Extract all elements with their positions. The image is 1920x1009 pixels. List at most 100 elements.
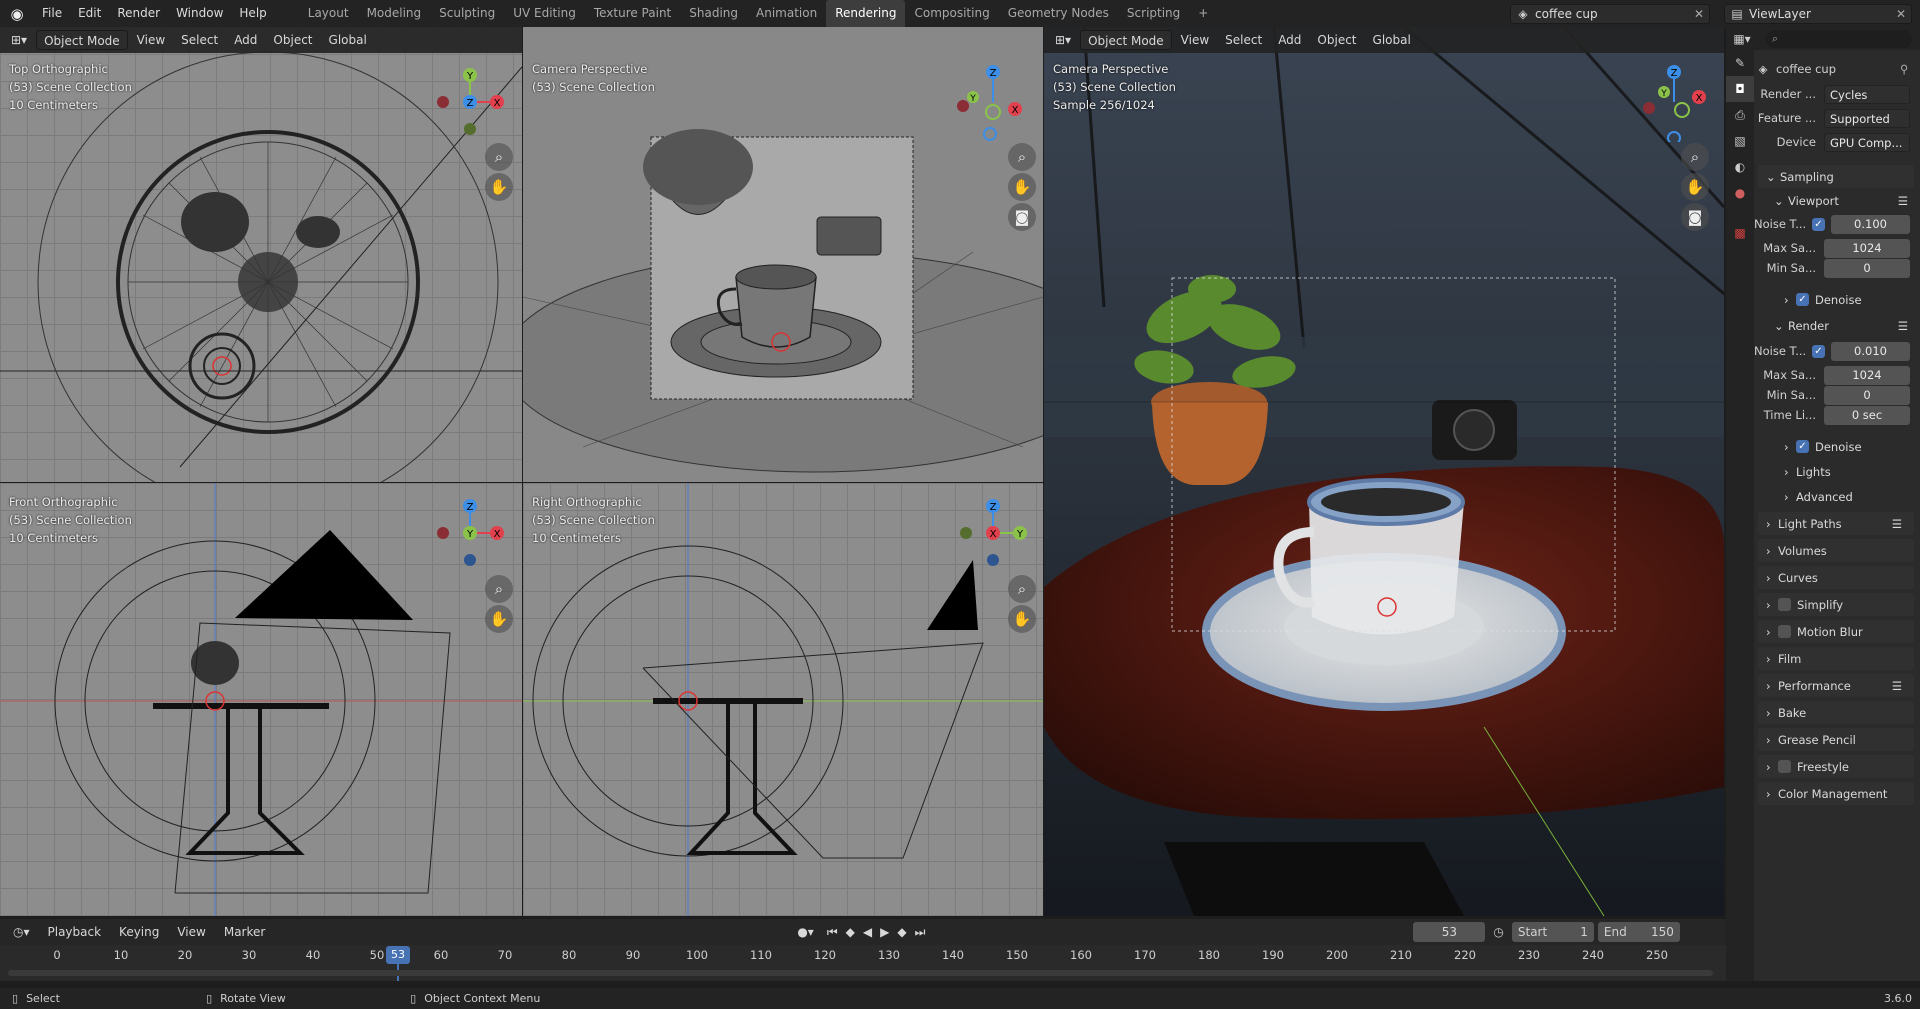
play-icon[interactable]: ▶	[878, 922, 891, 942]
panel-motion-blur[interactable]: › Motion Blur	[1758, 620, 1914, 643]
pin-icon[interactable]: ⚲	[1900, 62, 1920, 76]
panel-sampling[interactable]: ⌄ Sampling	[1758, 165, 1914, 188]
scene-tab-icon[interactable]: ◐	[1726, 154, 1754, 180]
render-engine-dropdown[interactable]: Cycles	[1824, 84, 1910, 104]
menu-select[interactable]: Select	[1218, 30, 1269, 50]
record-icon[interactable]: ●▾	[790, 922, 821, 942]
marker-menu[interactable]: Marker	[217, 922, 272, 942]
viewport-top-ortho[interactable]: ⊞▾ Object Mode View Select Add Object Gl…	[0, 27, 522, 482]
subpanel-viewport[interactable]: ⌄ Viewport ☰	[1774, 190, 1908, 211]
camera-view-icon[interactable]: ◙	[1681, 203, 1709, 231]
world-tab-icon[interactable]: ●	[1726, 180, 1754, 206]
motion-blur-checkbox[interactable]	[1778, 625, 1791, 638]
menu-add[interactable]: Add	[227, 30, 264, 50]
editor-type-icon[interactable]: ▦▾	[1726, 32, 1758, 46]
tab-sculpting[interactable]: Sculpting	[430, 0, 504, 27]
freestyle-checkbox[interactable]	[1778, 760, 1791, 773]
viewport-right-ortho[interactable]: Right Orthographic (53) Scene Collection…	[523, 483, 1043, 916]
menu-object[interactable]: Object	[266, 30, 319, 50]
keying-menu[interactable]: Keying	[112, 922, 166, 942]
view-layer-selector[interactable]: ▤ ViewLayer ✕	[1724, 3, 1912, 24]
render-tab-icon[interactable]: ◘	[1726, 76, 1754, 102]
viewport-front-ortho[interactable]: Front Orthographic (53) Scene Collection…	[0, 483, 522, 916]
tab-rendering[interactable]: Rendering	[826, 0, 906, 27]
navigation-gizmo[interactable]: Z Y X	[953, 493, 1033, 573]
camera-view-icon[interactable]: ◙	[1008, 203, 1036, 231]
jump-keyframe-forward-icon[interactable]: ◆	[895, 922, 908, 942]
jump-end-icon[interactable]: ⏭	[913, 922, 928, 942]
add-workspace-icon[interactable]: +	[1189, 0, 1217, 27]
tab-modeling[interactable]: Modeling	[358, 0, 431, 27]
panel-performance[interactable]: › Performance ☰	[1758, 674, 1914, 697]
panel-film[interactable]: › Film	[1758, 647, 1914, 670]
navigation-gizmo[interactable]: Z X Y	[430, 493, 510, 573]
texture-tab-icon[interactable]: ▩	[1726, 220, 1754, 246]
render-max-samples-field[interactable]: 1024	[1824, 365, 1910, 385]
tab-layout[interactable]: Layout	[299, 0, 358, 27]
navigation-gizmo[interactable]: Z Y X	[1634, 62, 1714, 142]
zoom-icon[interactable]: ⌕	[1008, 575, 1036, 603]
clock-icon[interactable]: ◷	[1493, 925, 1503, 939]
menu-view[interactable]: View	[130, 30, 172, 50]
tab-shading[interactable]: Shading	[680, 0, 747, 27]
close-icon[interactable]: ✕	[1891, 7, 1911, 21]
pan-hand-icon[interactable]: ✋	[485, 605, 513, 633]
denoise-checkbox[interactable]: ✓	[1796, 293, 1809, 306]
panel-simplify[interactable]: › Simplify	[1758, 593, 1914, 616]
panel-light-paths[interactable]: › Light Paths ☰	[1758, 512, 1914, 535]
menu-window[interactable]: Window	[168, 0, 231, 27]
jump-start-icon[interactable]: ⏮	[825, 922, 840, 942]
time-limit-field[interactable]: 0 sec	[1824, 405, 1910, 425]
tab-uv-editing[interactable]: UV Editing	[504, 0, 585, 27]
mode-dropdown[interactable]: Object Mode	[1080, 30, 1172, 50]
viewport-noise-field[interactable]: 0.100	[1831, 214, 1910, 234]
panel-curves[interactable]: › Curves	[1758, 566, 1914, 589]
view-menu[interactable]: View	[170, 922, 212, 942]
render-min-samples-field[interactable]: 0	[1824, 385, 1910, 405]
panel-volumes[interactable]: › Volumes	[1758, 539, 1914, 562]
pan-hand-icon[interactable]: ✋	[1008, 173, 1036, 201]
orientation-dropdown[interactable]: Global	[322, 30, 374, 50]
subpanel-render-denoise[interactable]: › ✓ Denoise	[1784, 436, 1908, 457]
menu-add[interactable]: Add	[1271, 30, 1308, 50]
feature-set-dropdown[interactable]: Supported	[1824, 108, 1910, 128]
noise-threshold-checkbox[interactable]: ✓	[1812, 217, 1825, 231]
output-tab-icon[interactable]: ⎙	[1726, 102, 1754, 128]
timeline-scrollbar[interactable]	[8, 970, 1713, 976]
simplify-checkbox[interactable]	[1778, 598, 1791, 611]
viewport-min-samples-field[interactable]: 0	[1824, 258, 1910, 278]
tab-scripting[interactable]: Scripting	[1118, 0, 1189, 27]
panel-bake[interactable]: › Bake	[1758, 701, 1914, 724]
orientation-dropdown[interactable]: Global	[1366, 30, 1418, 50]
mode-dropdown[interactable]: Object Mode	[36, 30, 128, 50]
zoom-icon[interactable]: ⌕	[1681, 143, 1709, 171]
search-input[interactable]: ⌕	[1766, 29, 1912, 48]
subpanel-lights[interactable]: › Lights	[1784, 461, 1908, 482]
denoise-checkbox[interactable]: ✓	[1796, 440, 1809, 453]
tab-compositing[interactable]: Compositing	[905, 0, 998, 27]
pan-hand-icon[interactable]: ✋	[485, 173, 513, 201]
zoom-icon[interactable]: ⌕	[485, 575, 513, 603]
navigation-gizmo[interactable]: Y X Z	[430, 62, 510, 142]
subpanel-advanced[interactable]: › Advanced	[1784, 486, 1908, 507]
menu-help[interactable]: Help	[231, 0, 274, 27]
menu-file[interactable]: File	[34, 0, 70, 27]
tab-texture-paint[interactable]: Texture Paint	[585, 0, 680, 27]
panel-freestyle[interactable]: › Freestyle	[1758, 755, 1914, 778]
device-dropdown[interactable]: GPU Comp...	[1824, 132, 1910, 152]
tab-animation[interactable]: Animation	[747, 0, 826, 27]
playhead[interactable]: 53	[386, 946, 410, 964]
subpanel-render[interactable]: ⌄ Render ☰	[1774, 315, 1908, 336]
end-frame-field[interactable]: End 150	[1597, 922, 1680, 942]
subpanel-viewport-denoise[interactable]: › ✓ Denoise	[1784, 289, 1908, 310]
start-frame-field[interactable]: Start 1	[1511, 922, 1594, 942]
menu-object[interactable]: Object	[1310, 30, 1363, 50]
render-noise-field[interactable]: 0.010	[1831, 341, 1910, 361]
list-icon[interactable]: ☰	[1892, 679, 1902, 693]
viewport-max-samples-field[interactable]: 1024	[1824, 238, 1910, 258]
menu-edit[interactable]: Edit	[70, 0, 109, 27]
jump-keyframe-back-icon[interactable]: ◆	[844, 922, 857, 942]
current-frame-field[interactable]: 53	[1413, 922, 1486, 942]
menu-view[interactable]: View	[1174, 30, 1216, 50]
zoom-icon[interactable]: ⌕	[485, 143, 513, 171]
